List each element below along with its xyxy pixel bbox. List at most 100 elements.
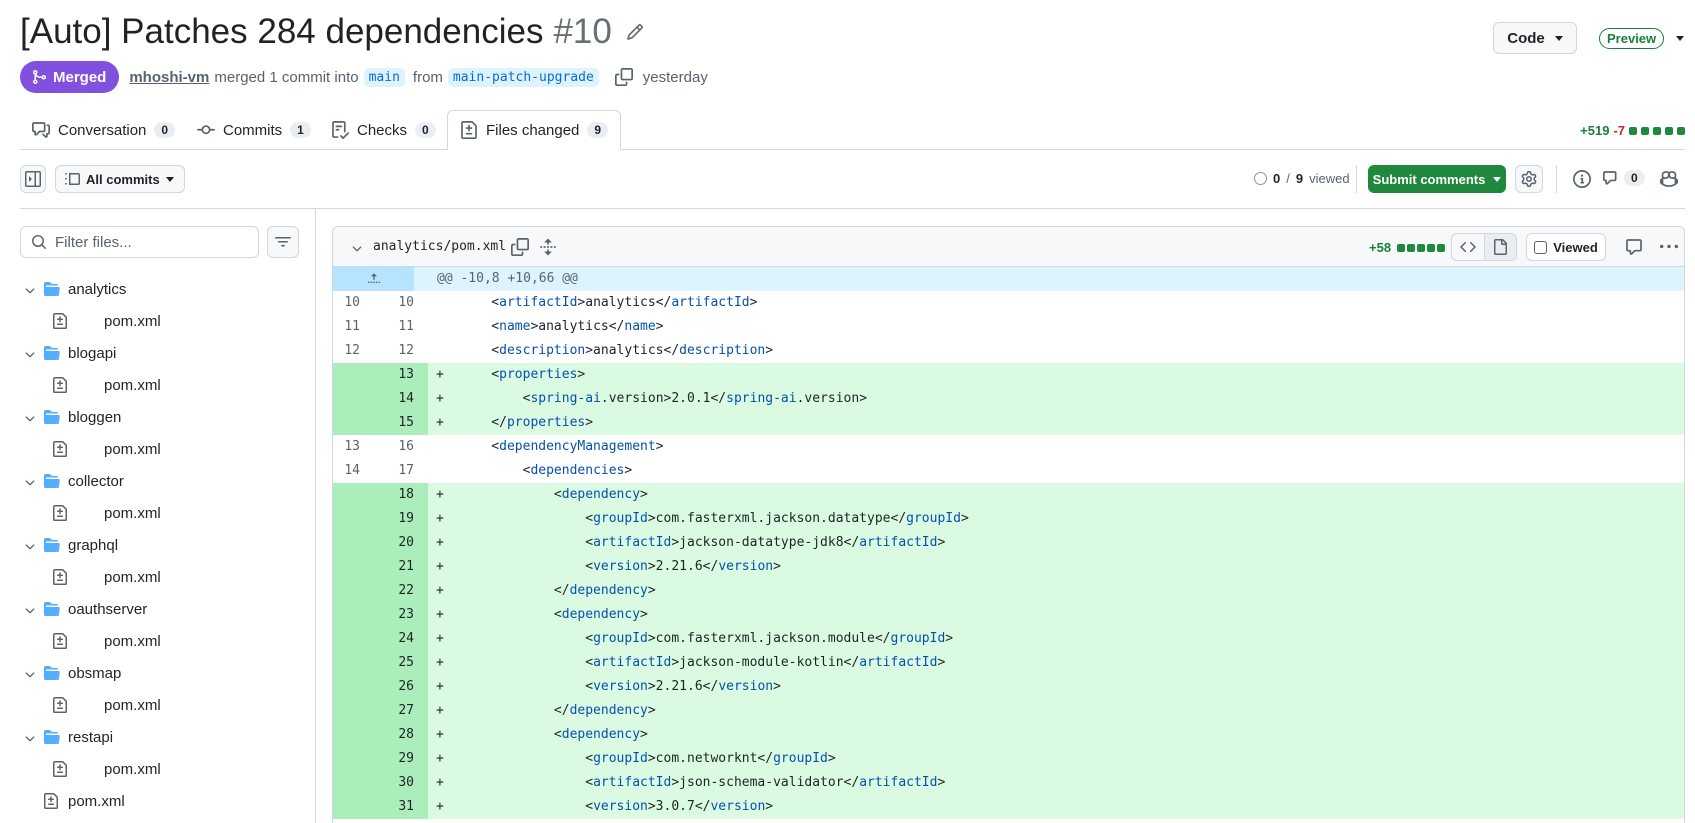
copilot-icon[interactable]: [1660, 170, 1678, 188]
submit-comments-button[interactable]: Submit comments: [1368, 165, 1506, 193]
old-line-number[interactable]: 14: [333, 459, 360, 483]
info-icon[interactable]: [1573, 170, 1591, 188]
kebab-horizontal-icon[interactable]: [1660, 238, 1678, 256]
old-line-number[interactable]: [333, 651, 360, 675]
chevron-down-icon[interactable]: [23, 476, 37, 494]
diff-line-added[interactable]: 21 + <version>2.21.6</version>: [333, 555, 1684, 579]
old-line-number[interactable]: 13: [333, 435, 360, 459]
new-line-number[interactable]: 14: [374, 387, 414, 411]
chevron-down-icon[interactable]: [23, 348, 37, 366]
new-line-number[interactable]: 23: [374, 603, 414, 627]
diff-line-context[interactable]: 10 10 <artifactId>analytics</artifactId>: [333, 291, 1684, 315]
diff-line-context[interactable]: 11 11 <name>analytics</name>: [333, 315, 1684, 339]
head-branch[interactable]: main-patch-upgrade: [447, 67, 599, 87]
new-line-number[interactable]: 10: [374, 291, 414, 315]
old-line-number[interactable]: [333, 627, 360, 651]
old-line-number[interactable]: [333, 531, 360, 555]
diff-line-added[interactable]: 31 + <version>3.0.7</version>: [333, 795, 1684, 819]
author-link[interactable]: mhoshi-vm: [129, 69, 209, 86]
new-line-number[interactable]: 21: [374, 555, 414, 579]
new-line-number[interactable]: 20: [374, 531, 414, 555]
new-line-number[interactable]: 31: [374, 795, 414, 819]
diff-line-added[interactable]: 24 + <groupId>com.fasterxml.jackson.modul…: [333, 627, 1684, 651]
tree-file[interactable]: pom.xml: [20, 753, 310, 785]
toggle-file-tree-button[interactable]: [20, 165, 46, 193]
tab-checks[interactable]: Checks 0: [319, 110, 448, 150]
viewed-checkbox-button[interactable]: Viewed: [1526, 233, 1606, 261]
unfold-icon[interactable]: [539, 238, 557, 256]
diff-line-added[interactable]: 22 + </dependency>: [333, 579, 1684, 603]
diff-line-added[interactable]: 20 + <artifactId>jackson-datatype-jdk8</a…: [333, 531, 1684, 555]
diff-line-context[interactable]: 13 16 <dependencyManagement>: [333, 435, 1684, 459]
diff-line-added[interactable]: 29 + <groupId>com.networknt</groupId>: [333, 747, 1684, 771]
diff-line-added[interactable]: 30 + <artifactId>json-schema-validator</a…: [333, 771, 1684, 795]
new-line-number[interactable]: 29: [374, 747, 414, 771]
file-filter-button[interactable]: [267, 226, 299, 258]
diff-settings-button[interactable]: [1515, 165, 1543, 193]
preview-toggle[interactable]: Preview: [1599, 28, 1685, 49]
tree-file[interactable]: pom.xml: [20, 561, 310, 593]
new-line-number[interactable]: 11: [374, 315, 414, 339]
old-line-number[interactable]: [333, 771, 360, 795]
tree-folder-collector[interactable]: collector: [20, 465, 310, 497]
tree-file[interactable]: pom.xml: [20, 433, 310, 465]
old-line-number[interactable]: [333, 699, 360, 723]
new-line-number[interactable]: 28: [374, 723, 414, 747]
tree-folder-bloggen[interactable]: bloggen: [20, 401, 310, 433]
old-line-number[interactable]: 11: [333, 315, 360, 339]
diff-line-added[interactable]: 18 + <dependency>: [333, 483, 1684, 507]
tree-file-root[interactable]: pom.xml: [20, 785, 310, 817]
old-line-number[interactable]: [333, 387, 360, 411]
chevron-down-icon[interactable]: [23, 604, 37, 622]
old-line-number[interactable]: [333, 411, 360, 435]
pencil-icon[interactable]: [626, 23, 644, 41]
new-line-number[interactable]: 19: [374, 507, 414, 531]
viewed-checkbox[interactable]: [1534, 240, 1548, 254]
new-line-number[interactable]: 18: [374, 483, 414, 507]
old-line-number[interactable]: [333, 675, 360, 699]
expand-up-button[interactable]: [333, 267, 414, 291]
tab-commits[interactable]: Commits 1: [185, 110, 323, 150]
old-line-number[interactable]: [333, 507, 360, 531]
diff-line-added[interactable]: 23 + <dependency>: [333, 603, 1684, 627]
diff-line-added[interactable]: 13 + <properties>: [333, 363, 1684, 387]
filter-files-field[interactable]: [20, 226, 259, 258]
new-line-number[interactable]: 12: [374, 339, 414, 363]
new-line-number[interactable]: 27: [374, 699, 414, 723]
tree-file[interactable]: pom.xml: [20, 369, 310, 401]
tab-files-changed[interactable]: Files changed 9: [447, 110, 622, 150]
tab-conversation[interactable]: Conversation 0: [20, 110, 187, 150]
diff-line-added[interactable]: 28 + <dependency>: [333, 723, 1684, 747]
comments-icon[interactable]: [1603, 170, 1621, 188]
old-line-number[interactable]: 10: [333, 291, 360, 315]
new-line-number[interactable]: 30: [374, 771, 414, 795]
old-line-number[interactable]: [333, 555, 360, 579]
new-line-number[interactable]: 15: [374, 411, 414, 435]
source-view-button[interactable]: [1452, 234, 1484, 260]
chevron-down-icon[interactable]: [23, 732, 37, 750]
chevron-down-icon[interactable]: [23, 668, 37, 686]
tree-folder-analytics[interactable]: analytics: [20, 273, 310, 305]
tree-file[interactable]: pom.xml: [20, 497, 310, 529]
diff-line-context[interactable]: 12 12 <description>analytics</description…: [333, 339, 1684, 363]
code-button[interactable]: Code: [1493, 22, 1577, 54]
base-branch[interactable]: main: [363, 67, 405, 87]
rich-view-button[interactable]: [1483, 234, 1516, 260]
old-line-number[interactable]: [333, 603, 360, 627]
tree-folder-oauthserver[interactable]: oauthserver: [20, 593, 310, 625]
chevron-down-icon[interactable]: [23, 540, 37, 558]
diff-line-added[interactable]: 15 + </properties>: [333, 411, 1684, 435]
chevron-down-icon[interactable]: [23, 284, 37, 302]
copy-icon[interactable]: [511, 238, 529, 256]
tree-folder-restapi[interactable]: restapi: [20, 721, 310, 753]
old-line-number[interactable]: [333, 795, 360, 819]
new-line-number[interactable]: 17: [374, 459, 414, 483]
tree-folder-graphql[interactable]: graphql: [20, 529, 310, 561]
diff-line-added[interactable]: 27 + </dependency>: [333, 699, 1684, 723]
old-line-number[interactable]: 12: [333, 339, 360, 363]
diff-filename[interactable]: analytics/pom.xml: [373, 239, 506, 254]
chevron-down-icon[interactable]: [350, 242, 364, 256]
diff-line-added[interactable]: 26 + <version>2.21.6</version>: [333, 675, 1684, 699]
tree-file[interactable]: pom.xml: [20, 305, 310, 337]
diff-line-added[interactable]: 25 + <artifactId>jackson-module-kotlin</a…: [333, 651, 1684, 675]
